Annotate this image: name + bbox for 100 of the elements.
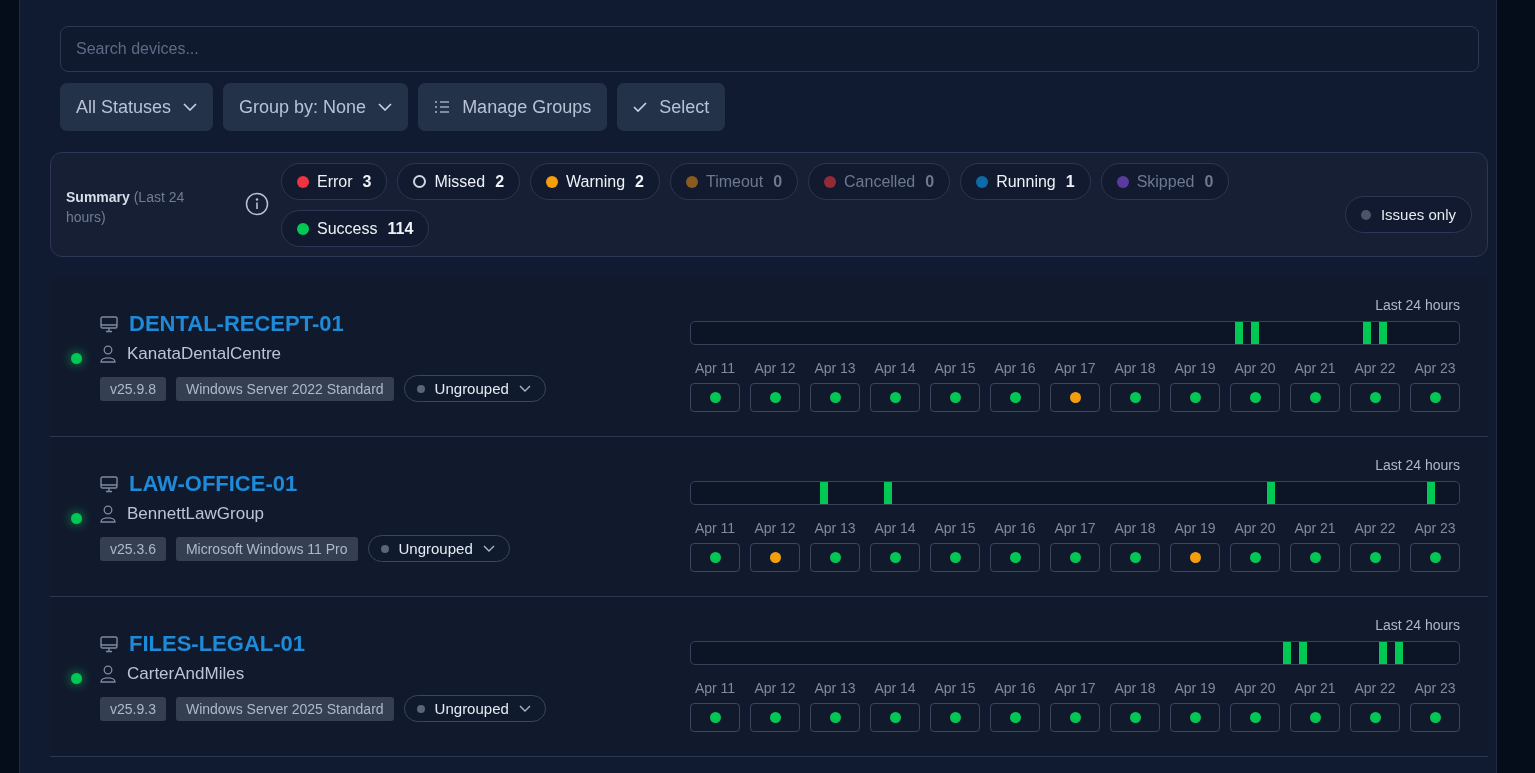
day-label: Apr 17	[1054, 360, 1096, 376]
day-label: Apr 13	[814, 520, 856, 536]
day-status-cell[interactable]	[1350, 383, 1400, 412]
day-label: Apr 23	[1414, 520, 1456, 536]
status-filter-chip[interactable]: Missed 2	[397, 163, 521, 200]
day-status-cell[interactable]	[750, 703, 800, 732]
day-status-cell[interactable]	[1410, 703, 1460, 732]
device-name-link[interactable]: DENTAL-RECEPT-01	[129, 311, 344, 337]
day-status-cell[interactable]	[1110, 383, 1160, 412]
group-dropdown[interactable]: Ungrouped	[403, 695, 546, 722]
day-status-cell[interactable]	[1170, 383, 1220, 412]
day-status-cell[interactable]	[1410, 383, 1460, 412]
filter-dropdown[interactable]: All Statuses	[60, 83, 214, 131]
device-name-link[interactable]: LAW-OFFICE-01	[129, 471, 298, 497]
monitor-icon	[100, 315, 118, 333]
day-status-cell[interactable]	[1290, 383, 1340, 412]
day-status-cell[interactable]	[1350, 543, 1400, 572]
day-status-cell[interactable]	[990, 703, 1040, 732]
day-label: Apr 18	[1114, 360, 1156, 376]
customer-name: KanataDentalCentre	[127, 344, 282, 364]
day-status-cell[interactable]	[810, 543, 860, 572]
day-status-cell[interactable]	[690, 543, 740, 572]
day-label: Apr 21	[1294, 360, 1336, 376]
day-status-cell[interactable]	[930, 383, 980, 412]
day-label: Apr 12	[754, 680, 796, 696]
day-status-cell[interactable]	[1230, 703, 1280, 732]
version-tag: v25.9.8	[100, 376, 166, 401]
select-button[interactable]: Select	[617, 83, 726, 131]
status-filter-chip[interactable]: Success 114	[281, 210, 430, 247]
day-status-cell[interactable]	[1110, 543, 1160, 572]
day-status-cell[interactable]	[990, 383, 1040, 412]
user-icon	[100, 345, 116, 363]
day-status-cell[interactable]	[690, 703, 740, 732]
day-status-cell[interactable]	[1230, 543, 1280, 572]
day-status-cell[interactable]	[750, 383, 800, 412]
version-tag: v25.9.3	[100, 696, 166, 721]
chevron-down-icon	[183, 103, 198, 111]
monitor-icon	[100, 475, 118, 493]
user-icon	[100, 665, 116, 683]
day-status-cell[interactable]	[1170, 543, 1220, 572]
day-status-cell[interactable]	[1230, 383, 1280, 412]
day-status-cell[interactable]	[870, 543, 920, 572]
day-status-cell[interactable]	[990, 543, 1040, 572]
os-tag: Windows Server 2025 Standard	[175, 696, 394, 721]
day-status-cell[interactable]	[750, 543, 800, 572]
day-label: Apr 19	[1174, 680, 1216, 696]
day-status-cell[interactable]	[690, 383, 740, 412]
status-filter-chip[interactable]: Cancelled 0	[808, 163, 951, 200]
status-filter-chip[interactable]: Skipped 0	[1100, 163, 1230, 200]
day-label: Apr 14	[874, 520, 916, 536]
day-status-cell[interactable]	[1350, 703, 1400, 732]
summary-title: Summary (Last 24 hours)	[66, 188, 186, 227]
chevron-down-icon	[518, 385, 531, 392]
day-status-cell[interactable]	[1050, 543, 1100, 572]
day-status-cell[interactable]	[1170, 703, 1220, 732]
dot-icon	[416, 704, 425, 713]
day-label: Apr 19	[1174, 360, 1216, 376]
day-label: Apr 18	[1114, 680, 1156, 696]
issues-only-toggle[interactable]: Issues only	[1344, 196, 1472, 233]
group-dropdown[interactable]: Ungrouped	[403, 375, 546, 402]
day-label: Apr 16	[994, 360, 1036, 376]
version-tag: v25.3.6	[100, 536, 166, 561]
time-range-label: Last 24 hours	[1374, 297, 1460, 315]
user-icon	[100, 505, 116, 523]
status-filter-chip[interactable]: Running 1	[960, 163, 1091, 200]
day-label: Apr 20	[1234, 360, 1276, 376]
day-label: Apr 22	[1354, 360, 1396, 376]
search-field[interactable]: Search devices...	[60, 26, 1479, 72]
day-status-cell[interactable]	[1290, 703, 1340, 732]
status-filter-chip[interactable]: Warning 2	[530, 163, 660, 200]
day-status-cell[interactable]	[810, 383, 860, 412]
os-tag: Windows Server 2022 Standard	[175, 376, 394, 401]
status-filter-chip[interactable]: Error 3	[281, 163, 388, 200]
info-icon[interactable]	[245, 192, 269, 216]
day-status-cell[interactable]	[810, 703, 860, 732]
day-status-cell[interactable]	[1050, 383, 1100, 412]
chevron-down-icon	[518, 705, 531, 712]
filter-dropdown[interactable]: Group by: None	[223, 83, 409, 131]
device-name-link[interactable]: FILES-LEGAL-01	[129, 631, 305, 657]
day-label: Apr 12	[754, 360, 796, 376]
manage-groups-button[interactable]: Manage Groups	[418, 83, 608, 131]
time-range-label: Last 24 hours	[1374, 457, 1460, 475]
day-status-cell[interactable]	[870, 383, 920, 412]
day-label: Apr 18	[1114, 520, 1156, 536]
chevron-down-icon	[378, 103, 393, 111]
day-status-cell[interactable]	[1110, 703, 1160, 732]
day-label: Apr 15	[934, 360, 976, 376]
day-label: Apr 17	[1054, 520, 1096, 536]
customer-name: CarterAndMiles	[127, 664, 245, 684]
day-status-cell[interactable]	[930, 543, 980, 572]
customer-name: BennettLawGroup	[127, 504, 265, 524]
dot-icon	[416, 384, 425, 393]
day-status-cell[interactable]	[870, 703, 920, 732]
day-status-cell[interactable]	[930, 703, 980, 732]
day-status-cell[interactable]	[1290, 543, 1340, 572]
day-status-cell[interactable]	[1410, 543, 1460, 572]
day-label: Apr 19	[1174, 520, 1216, 536]
day-status-cell[interactable]	[1050, 703, 1100, 732]
group-dropdown[interactable]: Ungrouped	[367, 535, 510, 562]
status-filter-chip[interactable]: Timeout 0	[669, 163, 799, 200]
